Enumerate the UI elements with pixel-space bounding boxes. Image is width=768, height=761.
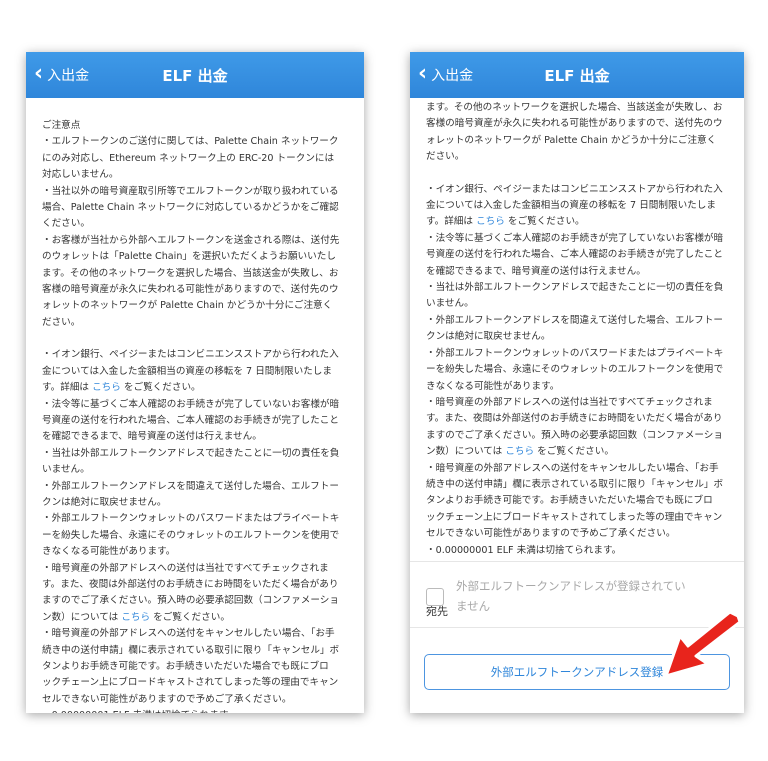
notice-line: ・外部エルフトークンウォレットのパスワードまたはプライベートキ xyxy=(426,347,724,359)
notice-line: ・エルフトークンのご送付に関しては、Palette Chain ネットワーク xyxy=(42,136,339,148)
notice-line: ご注意点 xyxy=(42,120,81,131)
notice-line: ・外部エルフトークンアドレスを間違えて送付した場合、エルフトー xyxy=(426,314,723,326)
screen-left: ‹ 入出金 ELF 出金 ご注意点・エルフトークンのご送付に関しては、Palet… xyxy=(26,52,364,713)
notice-line: ォレットのネットワークが Palette Chain かどうか十分にご注意く xyxy=(42,300,333,312)
notice-line: ・法令等に基づくご本人確認のお手続きが完了していないお客様が暗 xyxy=(42,398,340,410)
notice-line: ・お客様が当社から外部へエルフトークンを送金される際は、送付先 xyxy=(42,234,340,246)
notice-line: ・外部エルフトークンウォレットのパスワードまたはプライベートキ xyxy=(42,513,340,525)
notice-line: クンは絶対に取戻せません。 xyxy=(42,496,167,508)
notice-line: のウォレットは「Palette Chain」を選択いただくようお願いいたし xyxy=(42,251,336,263)
notice-line: す。また、夜間は外部送付のお手続きにお時間をいただく場合があり xyxy=(42,578,339,590)
notice-line: ・イオン銀行、ペイジーまたはコンビニエンスストアから行われた入 xyxy=(42,349,339,361)
notice-line: ・0.00000001 ELF 未満は切捨てられます。 xyxy=(426,544,622,556)
notice-line: ・当社は外部エルフトークンアドレスで起きたことに一切の責任を負 xyxy=(42,447,340,459)
notice-line: 客様の暗号資産が永久に失われる可能性がありますので、送付先のウ xyxy=(426,118,723,130)
notice-line: す。詳細は こちら をご覧ください。 xyxy=(42,382,201,394)
notice-line: 客様の暗号資産が永久に失われる可能性がありますので、送付先のウ xyxy=(42,284,339,296)
notice-line: いません。 xyxy=(42,464,90,476)
page-title: ELF 出金 xyxy=(162,66,228,85)
notice-line: ます。その他のネットワークを選択した場合、当該送金が失敗し、お xyxy=(42,267,339,279)
notice-line: ださい。 xyxy=(42,316,81,328)
notice-line: ックチェーン上にブロードキャストされてしまった等の理由でキャン xyxy=(426,511,723,523)
notice-line: ・外部エルフトークンアドレスを間違えて送付した場合、エルフトー xyxy=(42,480,339,492)
notice-line: タンよりお手続き可能です。お手続きいただいた場合でも既にブロ xyxy=(42,661,329,672)
notice-line: ・当社は外部エルフトークンアドレスで起きたことに一切の責任を負 xyxy=(426,282,724,294)
notice-line: ください。 xyxy=(42,218,90,230)
notice-line: す。また、夜間は外部送付のお手続きにお時間をいただく場合があり xyxy=(426,413,723,425)
notice-line: ン数）については こちら をご覧ください。 xyxy=(426,446,614,458)
notice-line: 対応しいません。 xyxy=(42,169,119,181)
notice-line: きなくなる可能性があります。 xyxy=(42,546,176,558)
navbar: ‹ 入出金 ELF 出金 xyxy=(410,52,744,98)
notice-line: ・暗号資産の外部アドレスへの送付は当社ですべてチェックされま xyxy=(426,396,713,408)
notice-line: ーを紛失した場合、永遠にそのウォレットのエルフトークンを使用で xyxy=(426,364,724,376)
notice-line: 金については入金した金額相当の資産の移転を 7 日間制限いたしま xyxy=(42,365,332,377)
notice-line: 続き中の送付申請」欄に表示されている取引に限り「キャンセル」ボ xyxy=(426,478,724,490)
notice-line: ・0.00000001 ELF 未満は切捨てられます。 xyxy=(42,708,348,713)
details-link[interactable]: こちら xyxy=(121,612,150,623)
notice-text: ます。その他のネットワークを選択した場合、当該送金が失敗し、お 客様の暗号資産が永… xyxy=(426,98,728,559)
notice-line: セルできない可能性がありますので予めご了承ください。 xyxy=(42,693,292,705)
notice-line: ます。その他のネットワークを選択した場合、当該送金が失敗し、お xyxy=(426,102,723,113)
notice-line: ださい。 xyxy=(426,151,465,163)
notice-line: ・法令等に基づくご本人確認のお手続きが完了していないお客様が暗 xyxy=(426,232,724,244)
notice-scroll-area[interactable]: ご注意点・エルフトークンのご送付に関しては、Palette Chain ネットワ… xyxy=(26,98,364,713)
notice-line: ン数）については こちら をご覧ください。 xyxy=(42,611,230,623)
notice-line: いません。 xyxy=(426,298,474,310)
notice-line: ックチェーン上にブロードキャストされてしまった等の理由でキャン xyxy=(42,677,339,689)
notice-line: ・暗号資産の外部アドレスへの送付は当社ですべてチェックされま xyxy=(42,562,329,574)
notice-line: セルできない可能性がありますので予めご了承ください。 xyxy=(426,528,676,540)
no-address-text: 外部エルフトークンアドレスが登録されてい ません xyxy=(456,579,686,613)
notice-line: タンよりお手続き可能です。お手続きいただいた場合でも既にブロ xyxy=(426,495,713,507)
details-link[interactable]: こちら xyxy=(476,216,505,227)
notice-line: ますのでご了承ください。預入時の必要承認回数（コンファメーショ xyxy=(42,595,339,607)
notice-line: 号資産の送付を行われた場合、ご本人確認のお手続きが完了したこと xyxy=(426,249,723,261)
details-link[interactable]: こちら xyxy=(92,382,121,393)
notice-line: 続き中の送付申請」欄に表示されている取引に限り「キャンセル」ボ xyxy=(42,644,340,656)
notice-line: クンは絶対に取戻せません。 xyxy=(426,331,551,343)
notice-line: ーを紛失した場合、永遠にそのウォレットのエルフトークンを使用で xyxy=(42,529,340,541)
notice-line: ますのでご了承ください。預入時の必要承認回数（コンファメーショ xyxy=(426,429,723,441)
notice-line: ・暗号資産の外部アドレスへの送付をキャンセルしたい場合、「お手 xyxy=(42,628,335,640)
notice-line: 号資産の送付を行われた場合、ご本人確認のお手続きが完了したこと xyxy=(42,414,339,426)
address-checkbox[interactable] xyxy=(426,588,444,606)
notice-line: ・イオン銀行、ペイジーまたはコンビニエンスストアから行われた入 xyxy=(426,183,723,195)
notice-line: す。詳細は こちら をご覧ください。 xyxy=(426,216,585,228)
notice-line: ・当社以外の暗号資産取引所等でエルフトークンが取り扱われている xyxy=(42,185,339,197)
notice-line: きなくなる可能性があります。 xyxy=(426,380,560,392)
details-link[interactable]: こちら xyxy=(505,446,534,457)
notice-line: を確認できるまで、暗号資産の送付は行えません。 xyxy=(426,265,646,277)
notice-line: 金については入金した金額相当の資産の移転を 7 日間制限いたしま xyxy=(426,200,716,212)
red-arrow-icon xyxy=(664,612,742,678)
notice-line: を確認できるまで、暗号資産の送付は行えません。 xyxy=(42,431,262,443)
navbar: ‹ 入出金 ELF 出金 xyxy=(26,52,364,98)
notice-line: ォレットのネットワークが Palette Chain かどうか十分にご注意く xyxy=(426,134,717,146)
notice-line: にのみ対応し、Ethereum ネットワーク上の ERC-20 トークンには xyxy=(42,152,335,164)
page-title: ELF 出金 xyxy=(544,66,610,85)
notice-line: ・暗号資産の外部アドレスへの送付をキャンセルしたい場合、「お手 xyxy=(426,462,719,474)
notice-text: ご注意点・エルフトークンのご送付に関しては、Palette Chain ネットワ… xyxy=(42,98,348,713)
notice-line: 場合、Palette Chain ネットワークに対応しているかどうかをご確認 xyxy=(42,202,339,214)
